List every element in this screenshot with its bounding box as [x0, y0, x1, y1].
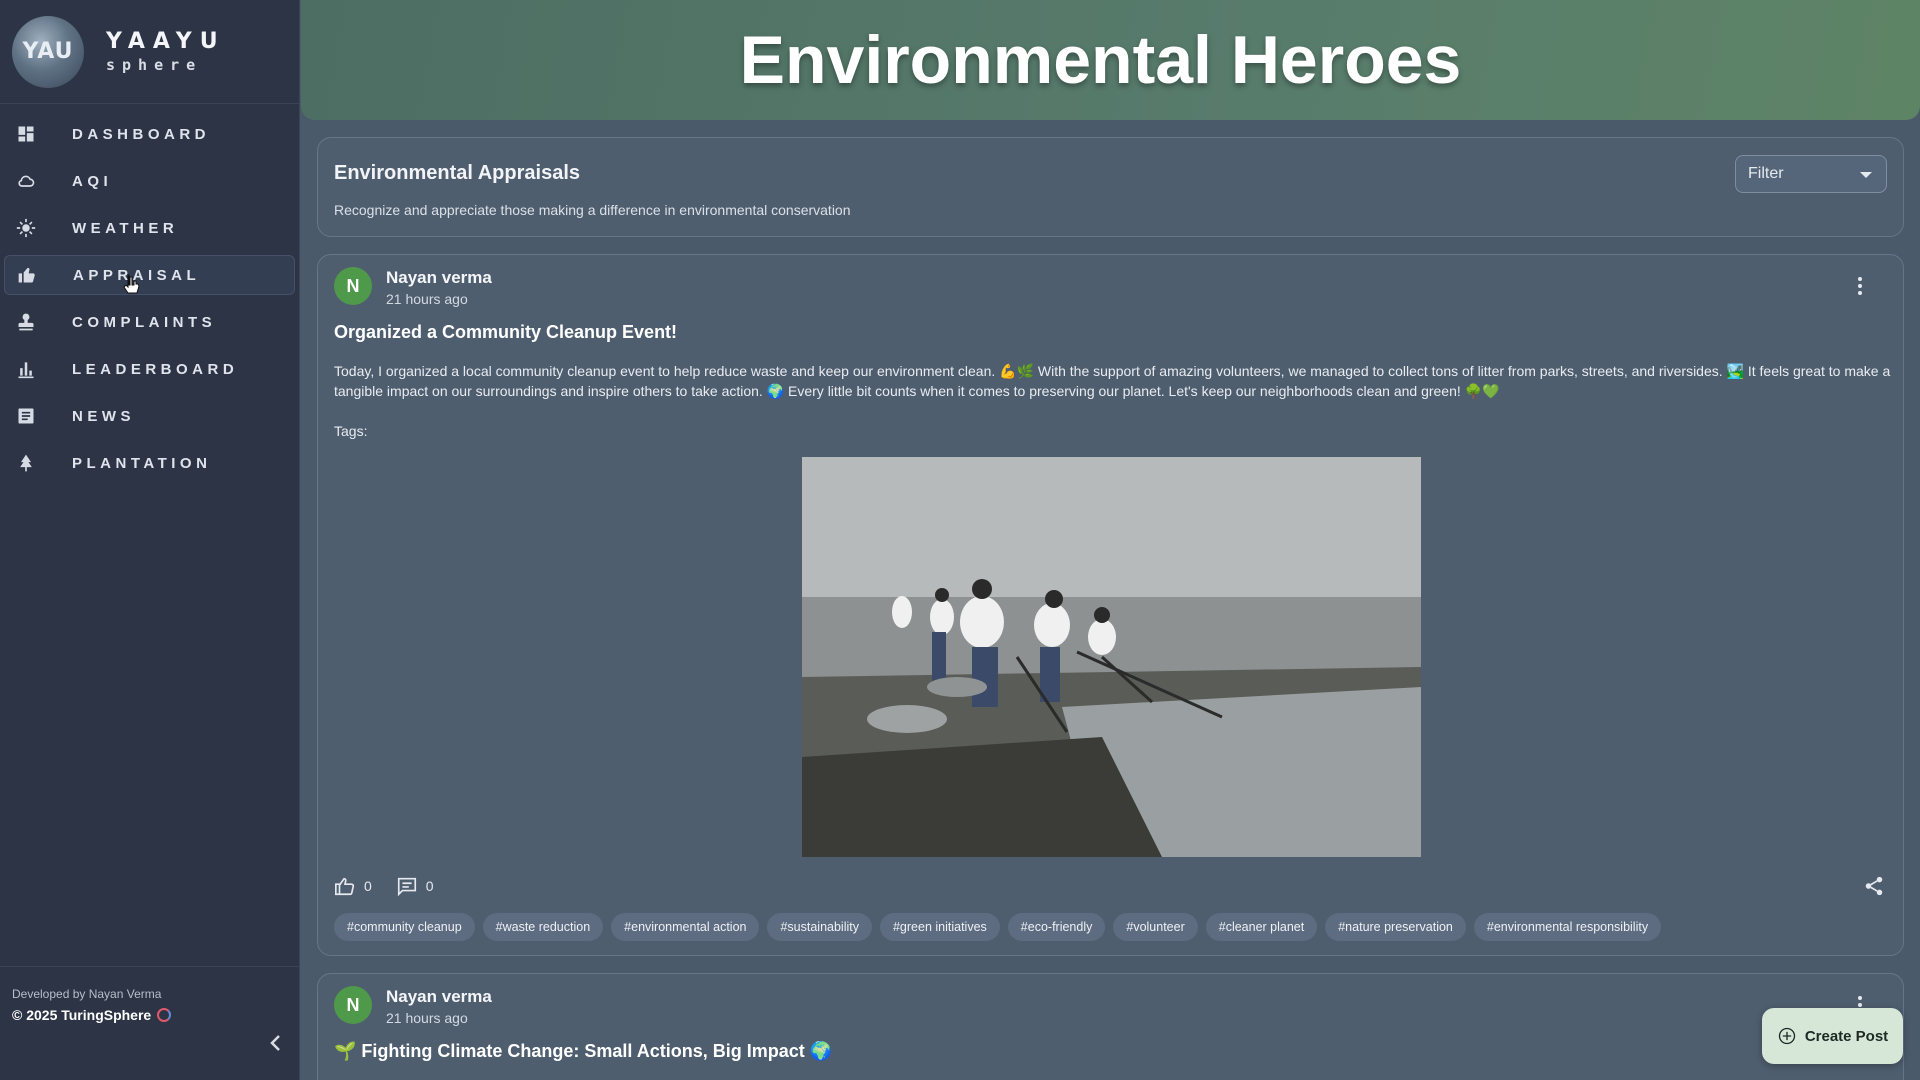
tag-chip[interactable]: #environmental action [611, 913, 760, 941]
post-timestamp: 21 hours ago [386, 1010, 468, 1026]
sidebar-item-leaderboard[interactable]: LEADERBOARD [4, 349, 295, 389]
copyright: © 2025 TuringSphere [12, 1007, 172, 1023]
collapse-sidebar-button[interactable] [266, 1033, 286, 1053]
sidebar-item-label: WEATHER [72, 219, 179, 237]
tag-chip[interactable]: #waste reduction [482, 913, 604, 941]
stamp-icon [14, 310, 38, 334]
sidebar-item-weather[interactable]: WEATHER [4, 208, 295, 248]
sidebar-item-label: PLANTATION [72, 454, 212, 472]
sidebar-item-label: LEADERBOARD [72, 360, 239, 378]
sidebar-item-label: COMPLAINTS [72, 313, 217, 331]
more-options-icon[interactable] [1857, 277, 1863, 297]
bar-chart-icon [14, 357, 38, 381]
page-title: Environmental Heroes [739, 22, 1462, 98]
cloud-icon [14, 169, 38, 193]
sidebar-item-appraisal[interactable]: APPRAISAL [4, 255, 295, 295]
comment-icon [397, 877, 416, 897]
tag-chip[interactable]: #community cleanup [334, 913, 475, 941]
sidebar-item-label: DASHBOARD [72, 125, 210, 143]
comment-button[interactable]: 0 [396, 875, 434, 897]
add-circle-icon [1778, 1027, 1795, 1045]
chevron-left-icon [270, 1035, 280, 1051]
post-title: 🌱 Fighting Climate Change: Small Actions… [334, 1041, 833, 1061]
tag-chip[interactable]: #cleaner planet [1205, 913, 1318, 941]
sidebar-item-news[interactable]: NEWS [4, 396, 295, 436]
like-button[interactable]: 0 [334, 875, 372, 897]
post-image[interactable] [802, 457, 1421, 857]
post-timestamp: 21 hours ago [386, 291, 468, 307]
tag-chip[interactable]: #environmental responsibility [1473, 913, 1662, 941]
filter-label: Filter [1748, 165, 1784, 182]
company-logo-icon [157, 1008, 172, 1022]
post-body: Today, I organized a local community cle… [334, 363, 1891, 399]
tag-chip[interactable]: #volunteer [1113, 913, 1198, 941]
comment-count: 0 [425, 878, 434, 894]
chevron-down-icon [1860, 172, 1872, 178]
create-post-button[interactable]: Create Post [1762, 1008, 1903, 1064]
post-author[interactable]: Nayan verma [386, 987, 492, 1007]
sidebar-nav: DASHBOARD AQI WEATHER APPRAISAL COMPLAIN… [0, 114, 299, 483]
appraisal-post: N Nayan verma 21 hours ago Organized a C… [317, 254, 1904, 956]
appraisal-post: N Nayan verma 21 hours ago 🌱 Fighting Cl… [317, 973, 1904, 1080]
sidebar-item-label: AQI [72, 172, 113, 190]
article-icon [14, 404, 38, 428]
page-header: Environmental Heroes [301, 0, 1920, 120]
sun-icon [14, 216, 38, 240]
tag-chip[interactable]: #nature preservation [1325, 913, 1466, 941]
thumbs-up-icon [15, 263, 39, 287]
post-actions: 0 0 [334, 875, 450, 897]
sidebar-item-complaints[interactable]: COMPLAINTS [4, 302, 295, 342]
tag-list: #community cleanup #waste reduction #env… [334, 913, 1662, 941]
sidebar: YAU YAAYU sphere DASHBOARD AQI WEATHER A… [0, 0, 300, 1080]
tree-icon [14, 451, 38, 475]
cleanup-photo [802, 457, 1421, 857]
avatar[interactable]: N [334, 986, 372, 1024]
sidebar-item-dashboard[interactable]: DASHBOARD [4, 114, 295, 154]
tag-chip[interactable]: #green initiatives [879, 913, 1000, 941]
share-icon [1865, 876, 1883, 896]
tag-chip[interactable]: #eco-friendly [1007, 913, 1106, 941]
like-count: 0 [364, 878, 372, 894]
share-button[interactable] [1863, 875, 1885, 897]
section-subtitle: Recognize and appreciate those making a … [334, 202, 851, 218]
copyright-text: © 2025 TuringSphere [12, 1007, 152, 1023]
brand-logo: YAU [12, 15, 84, 88]
sidebar-item-label: NEWS [72, 407, 135, 425]
section-title: Environmental Appraisals [334, 162, 580, 184]
sidebar-item-plantation[interactable]: PLANTATION [4, 443, 295, 483]
brand-name: YAAYU [106, 29, 226, 54]
post-title: Organized a Community Cleanup Event! [334, 322, 678, 342]
sidebar-item-aqi[interactable]: AQI [4, 161, 295, 201]
filter-select[interactable]: Filter [1735, 155, 1887, 193]
avatar[interactable]: N [334, 267, 372, 305]
sidebar-footer: Developed by Nayan Verma © 2025 TuringSp… [0, 966, 300, 1080]
appraisals-intro-card: Environmental Appraisals Recognize and a… [317, 137, 1904, 237]
brand-sub: sphere [106, 56, 203, 74]
developer-credit: Developed by Nayan Verma [12, 987, 162, 1001]
tag-chip[interactable]: #sustainability [767, 913, 872, 941]
dashboard-icon [14, 122, 38, 146]
mouse-pointer-icon [123, 274, 140, 294]
brand[interactable]: YAU YAAYU sphere [0, 0, 299, 104]
tags-label: Tags: [334, 423, 368, 439]
post-author[interactable]: Nayan verma [386, 268, 492, 288]
thumbs-up-icon [335, 877, 355, 896]
create-post-label: Create Post [1804, 1027, 1889, 1045]
